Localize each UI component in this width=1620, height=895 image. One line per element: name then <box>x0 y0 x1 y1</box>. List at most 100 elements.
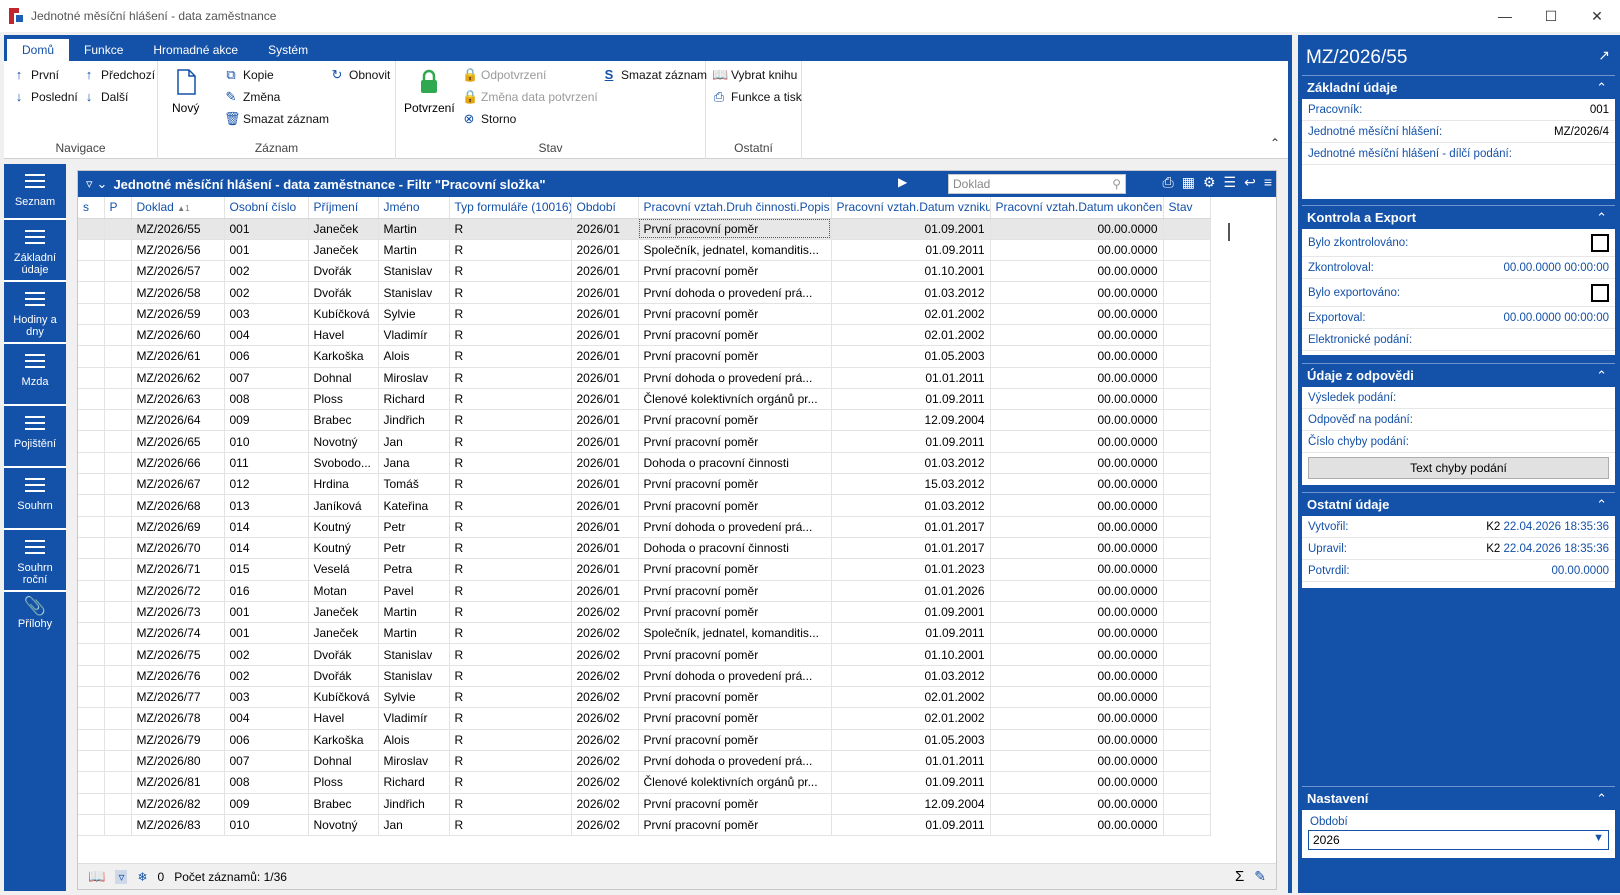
table-row[interactable]: MZ/2026/75 002 Dvořák Stanislav R 2026/02 Prvn… <box>78 643 1211 666</box>
table-cell[interactable]: MZ/2026/81 <box>131 771 225 794</box>
nav-souhrn[interactable]: Souhrn <box>4 468 66 530</box>
table-cell[interactable]: R <box>449 345 572 368</box>
table-cell[interactable]: Richard <box>378 388 450 411</box>
table-cell[interactable]: 00.00.0000 <box>990 601 1164 624</box>
table-cell[interactable]: MZ/2026/74 <box>131 622 225 645</box>
chevron-up-icon[interactable]: ⌃ <box>1596 787 1607 811</box>
table-cell[interactable] <box>104 729 132 751</box>
table-cell[interactable]: MZ/2026/58 <box>131 281 225 304</box>
table-cell[interactable]: Karkoška <box>308 729 379 751</box>
table-cell[interactable]: 00.00.0000 <box>990 643 1164 666</box>
table-cell[interactable]: 002 <box>224 643 309 666</box>
table-cell[interactable]: Martin <box>378 218 450 240</box>
table-cell[interactable] <box>78 537 105 560</box>
table-cell[interactable]: 00.00.0000 <box>990 303 1164 325</box>
table-cell[interactable]: 002 <box>224 281 309 304</box>
col-header-jmeno[interactable]: Jméno <box>378 197 450 219</box>
table-cell[interactable] <box>104 558 132 581</box>
table-cell[interactable]: 2026/02 <box>571 707 639 730</box>
table-cell[interactable] <box>78 729 105 751</box>
table-cell[interactable]: Janeček <box>308 239 379 262</box>
table-cell[interactable]: 01.09.2011 <box>831 771 991 794</box>
table-cell[interactable] <box>1163 452 1211 475</box>
table-cell[interactable]: 01.09.2011 <box>831 239 991 262</box>
table-cell[interactable]: Martin <box>378 622 450 645</box>
table-cell[interactable]: 01.09.2011 <box>831 388 991 411</box>
table-cell[interactable]: 01.03.2012 <box>831 494 991 517</box>
table-cell[interactable]: 00.00.0000 <box>990 558 1164 581</box>
table-cell[interactable]: První pracovní poměr <box>638 643 832 666</box>
table-cell[interactable]: Hrdina <box>308 473 379 496</box>
table-row[interactable]: MZ/2026/69 014 Koutný Petr R 2026/01 První doh… <box>78 516 1211 538</box>
table-row[interactable]: MZ/2026/82 009 Brabec Jindřich R 2026/02 První… <box>78 793 1211 815</box>
table-cell[interactable] <box>78 430 105 453</box>
table-cell[interactable]: 00.00.0000 <box>990 707 1164 730</box>
table-cell[interactable]: 012 <box>224 473 309 496</box>
vertical-scrollbar[interactable] <box>1224 223 1230 241</box>
table-cell[interactable]: Jindřich <box>378 409 450 432</box>
field-odpoved[interactable]: Odpověď na podání: <box>1302 409 1615 431</box>
table-row[interactable]: MZ/2026/81 008 Ploss Richard R 2026/02 Členové… <box>78 771 1211 794</box>
table-cell[interactable]: Novotný <box>308 430 379 453</box>
chevron-up-icon[interactable]: ⌃ <box>1596 364 1607 388</box>
checked-checkbox[interactable] <box>1591 233 1609 252</box>
table-row[interactable]: MZ/2026/56 001 Janeček Martin R 2026/01 Společ… <box>78 239 1211 262</box>
book-icon[interactable]: 📖 <box>88 868 105 885</box>
table-cell[interactable] <box>104 494 132 517</box>
nav-hodiny-a-dny[interactable]: Hodiny a dny <box>4 282 66 344</box>
table-cell[interactable]: První pracovní poměr <box>638 324 832 347</box>
table-cell[interactable] <box>78 345 105 368</box>
table-cell[interactable]: 010 <box>224 430 309 453</box>
table-cell[interactable]: První pracovní poměr <box>638 686 832 709</box>
field-zkontroloval[interactable]: Zkontroloval: 00.00.0000 00:00:00 <box>1302 257 1615 279</box>
table-row[interactable]: MZ/2026/68 013 Janíková Kateřina R 2026/01 Prv… <box>78 494 1211 517</box>
nav-souhrn-rocni[interactable]: Souhrn roční <box>4 530 66 592</box>
table-cell[interactable] <box>104 750 132 773</box>
table-cell[interactable] <box>104 430 132 453</box>
table-cell[interactable]: 01.10.2001 <box>831 643 991 666</box>
table-cell[interactable]: 00.00.0000 <box>990 260 1164 283</box>
table-cell[interactable]: MZ/2026/70 <box>131 537 225 560</box>
field-upravil[interactable]: Upravil: K2 22.04.2026 18:35:36 <box>1302 538 1615 560</box>
panel-splitter[interactable] <box>1288 35 1292 893</box>
table-cell[interactable]: R <box>449 367 572 389</box>
table-cell[interactable] <box>104 324 132 347</box>
table-cell[interactable]: 00.00.0000 <box>990 218 1164 240</box>
table-cell[interactable]: 2026/01 <box>571 388 639 411</box>
table-cell[interactable] <box>1163 281 1211 304</box>
table-cell[interactable]: Motan <box>308 580 379 602</box>
table-cell[interactable] <box>1163 430 1211 453</box>
table-cell[interactable]: 01.01.2017 <box>831 516 991 538</box>
table-cell[interactable]: 009 <box>224 409 309 432</box>
table-cell[interactable]: Členové kolektivních orgánů pr... <box>638 388 832 411</box>
first-button[interactable]: ↑ První <box>12 67 59 82</box>
table-cell[interactable]: 015 <box>224 558 309 581</box>
table-cell[interactable]: MZ/2026/68 <box>131 494 225 517</box>
play-icon[interactable]: ▶ <box>898 175 907 189</box>
table-cell[interactable]: R <box>449 580 572 602</box>
maximize-button[interactable]: ☐ <box>1528 0 1574 32</box>
table-cell[interactable]: Jan <box>378 814 450 837</box>
table-cell[interactable]: 2026/02 <box>571 771 639 794</box>
table-cell[interactable] <box>104 345 132 368</box>
table-cell[interactable] <box>1163 643 1211 666</box>
table-row[interactable]: MZ/2026/59 003 Kubíčková Sylvie R 2026/01 Prvn… <box>78 303 1211 325</box>
table-cell[interactable]: MZ/2026/59 <box>131 303 225 325</box>
table-cell[interactable] <box>104 537 132 560</box>
table-cell[interactable]: Martin <box>378 239 450 262</box>
table-cell[interactable]: R <box>449 771 572 794</box>
table-cell[interactable]: MZ/2026/60 <box>131 324 225 347</box>
table-cell[interactable]: MZ/2026/63 <box>131 388 225 411</box>
previous-button[interactable]: ↑ Předchozí <box>82 67 155 82</box>
next-button[interactable]: ↓ Další <box>82 89 129 104</box>
table-cell[interactable]: 002 <box>224 665 309 688</box>
col-header-s[interactable]: s <box>78 197 105 219</box>
table-cell[interactable]: První pracovní poměr <box>638 260 832 283</box>
table-cell[interactable]: Stanislav <box>378 281 450 304</box>
table-row[interactable]: MZ/2026/63 008 Ploss Richard R 2026/01 Členové… <box>78 388 1211 411</box>
obdobi-select[interactable]: 2026 ▼ <box>1308 830 1609 850</box>
table-cell[interactable]: R <box>449 793 572 815</box>
table-cell[interactable]: 01.01.2023 <box>831 558 991 581</box>
table-cell[interactable] <box>78 622 105 645</box>
section-header[interactable]: Ostatní údaje ⌃ <box>1302 492 1615 516</box>
